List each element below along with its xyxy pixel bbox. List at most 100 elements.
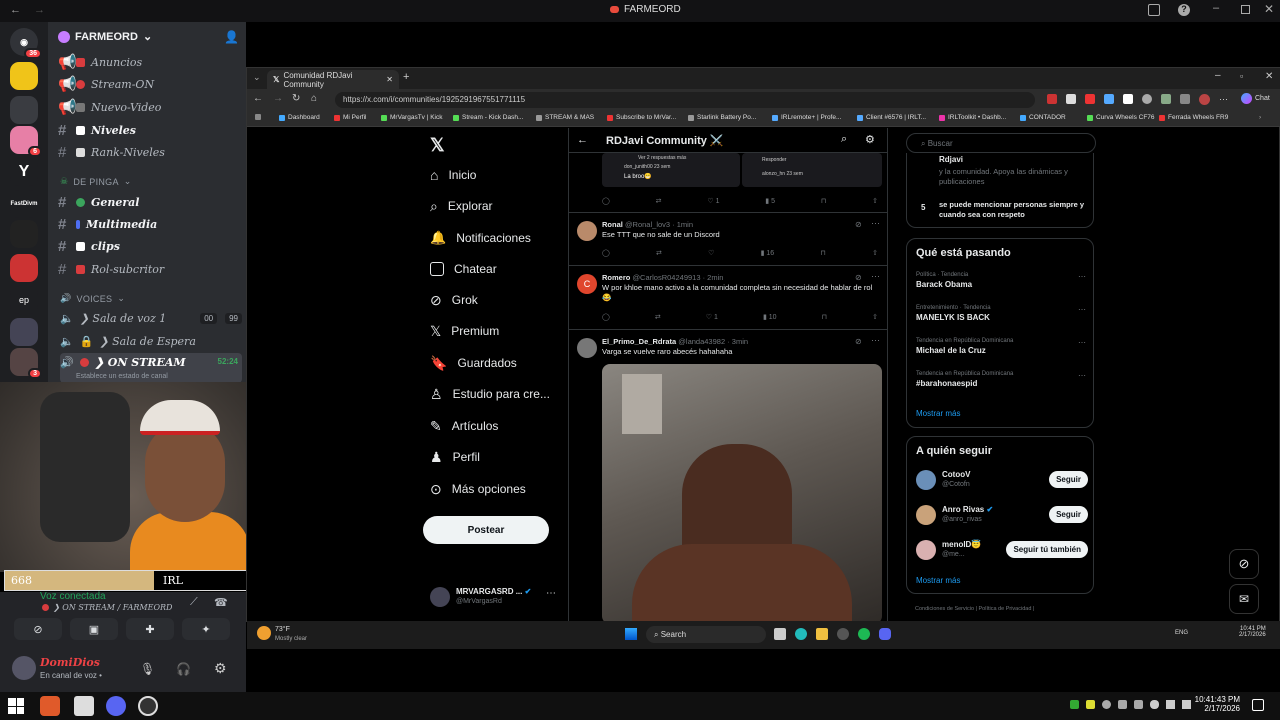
more-dots-icon[interactable]: ⋯ [1078,338,1086,347]
nav-notificaciones[interactable]: 🔔 Notificaciones [430,227,531,249]
server-icon-1[interactable] [10,62,38,90]
minimize-icon[interactable]: – [1215,70,1221,81]
clock[interactable]: 10:41:43 PM 2/17/2026 [1192,695,1240,713]
close-window-icon[interactable]: ✕ [1265,71,1273,82]
views-icon[interactable]: ▮ 16 [761,249,775,257]
windows-start-icon[interactable] [8,698,24,714]
folder-icon[interactable] [816,628,828,640]
channel-nuevo-video[interactable]: 📢 Nuevo-Video [58,97,244,117]
copilot-chat-button[interactable]: Chat [1241,93,1270,104]
restore-icon[interactable]: ▫ [1240,71,1243,81]
settings-gear-icon[interactable]: ⚙ [865,133,875,146]
nav-grok[interactable]: ⊘ Grok [430,289,478,311]
follow-suggestion[interactable]: CotooV @Cotofn Seguir [916,468,1088,494]
volume-icon[interactable] [1182,700,1191,709]
extension-icon[interactable] [1066,94,1076,104]
server-icon-8[interactable]: ep [10,286,38,314]
bookmark-icon[interactable]: ⊓ [820,249,825,257]
reload-icon[interactable]: ↻ [292,93,300,104]
disconnect-icon[interactable]: ☎ [214,596,228,609]
channel-stream-on[interactable]: 📢 Stream-ON [58,74,244,94]
bookmark-item[interactable]: Client #6576 | IRLT... [857,114,926,121]
home-icon[interactable]: ⌂ [311,93,317,104]
channel-niveles[interactable]: # Niveles [58,120,244,140]
voice-channel-on-stream[interactable]: 🔊 ❯ ON STREAM 52:24 Establece un estado de… [60,353,242,383]
trend-item[interactable]: Política · Tendencia Barack Obama ⋯ [916,272,1086,290]
camera-off-button[interactable]: ⊘ [14,618,62,640]
server-icon-2[interactable] [10,96,38,124]
channel-anuncios[interactable]: 📢 Anuncios [58,52,244,72]
trend-item[interactable]: Tendencia en República Dominicana #baraho… [916,371,1086,389]
bookmark-icon[interactable]: ⊓ [821,197,826,205]
extension-icon[interactable] [1142,94,1152,104]
taskview-icon[interactable] [774,628,786,640]
extension-icon[interactable] [1047,94,1057,104]
bookmark-item[interactable]: Ferrada Wheels FR9 [1159,114,1228,121]
brave-icon[interactable] [40,696,60,716]
channel-rol-subcritor[interactable]: # Rol-subcritor [58,259,244,279]
reply-icon[interactable]: ◯ [602,313,610,321]
forward-arrow-icon[interactable]: → [34,4,45,16]
obs-icon[interactable] [837,628,849,640]
server-icon-10[interactable]: 3 [10,348,42,379]
discord-icon[interactable] [879,628,891,640]
tab-list-icon[interactable]: ⌄ [253,72,261,83]
microphone-icon[interactable]: 🎙 [140,662,155,676]
channel-rank-niveles[interactable]: # Rank-Niveles [58,142,244,162]
server-icon-9[interactable] [10,318,38,346]
server-icon-5[interactable]: FastDivm [10,190,38,218]
add-member-icon[interactable]: 👤 [224,30,239,44]
bookmark-icon[interactable]: ⊓ [822,313,827,321]
voice-channel-sala-1[interactable]: 🔈 ❯ Sala de voz 1 00 99 [60,308,242,328]
reply-icon[interactable]: ◯ [602,249,610,257]
like-icon[interactable]: ♡ 1 [707,197,719,205]
messages-float-button[interactable]: ✉ [1229,584,1259,614]
nav-chatear[interactable]: Chatear [430,258,497,280]
channel-general[interactable]: # General [58,192,244,212]
voice-channel-sala-espera[interactable]: 🔈 🔒 ❯ Sala de Espera [60,331,242,351]
nav-premium[interactable]: 𝕏 Premium [430,320,499,342]
close-icon[interactable]: ✕ [1264,2,1274,16]
follow-button[interactable]: Seguir [1049,471,1088,488]
bookmark-item[interactable]: MrVargasTv | Kick [381,114,443,121]
extension-icon[interactable] [1085,94,1095,104]
back-arrow-icon[interactable]: ← [577,134,588,146]
trend-item[interactable]: Entretenimiento · Tendencia MANELYK IS BA… [916,305,1086,323]
tray-icon[interactable] [1086,700,1095,709]
views-icon[interactable]: ▮ 5 [765,197,775,205]
profile-avatar-icon[interactable] [1199,94,1210,105]
bookmark-item[interactable]: Curva Wheels CF76 [1087,114,1155,121]
tray-icon[interactable] [1070,700,1079,709]
x-logo-icon[interactable]: 𝕏 [430,135,445,156]
more-dots-icon[interactable]: ⋯ [1078,371,1086,380]
more-dots-icon[interactable]: ⋯ [871,271,880,282]
settings-gear-icon[interactable]: ⚙ [214,660,227,677]
tray-icon[interactable] [1102,700,1111,709]
tray-icon[interactable] [1134,700,1143,709]
nav-estudio[interactable]: ♙ Estudio para cre... [430,383,550,405]
tweet-item[interactable]: C Romero @CarlosR04249913 · 2min ⊘ ⋯ W p… [569,266,887,330]
server-icon-3[interactable]: 6 [10,126,42,157]
bookmark-item[interactable]: IRLremote+ | Profe... [772,114,841,121]
network-icon[interactable] [1166,700,1175,709]
server-icon-7[interactable] [10,254,38,282]
avatar[interactable] [577,221,597,241]
new-tab-icon[interactable]: + [403,71,409,83]
screen-share-button[interactable]: ▣ [70,618,118,640]
account-switcher[interactable]: MRVARGASRD ... ✔ @MrVargasRd ⋯ [430,587,560,611]
menu-dots-icon[interactable]: ⋯ [1219,94,1228,105]
author-name[interactable]: Ronal [602,220,623,229]
bookmark-item[interactable]: Subscribe to MrVar... [607,114,676,121]
tweet-item[interactable]: El_Primo_De_Rdrata @landa43982 · 3min ⊘ … [569,330,887,623]
category-voices[interactable]: 🔊 VOICES ⌄ [60,293,125,304]
minimize-icon[interactable]: – [1213,2,1219,14]
spotify-icon[interactable] [858,628,870,640]
avatar[interactable] [12,656,36,680]
author-name[interactable]: Romero [602,273,630,282]
footer-links[interactable]: Condiciones de Servicio | Política de Pr… [915,606,1034,612]
views-icon[interactable]: ▮ 10 [763,313,777,321]
server-icon-6[interactable] [10,220,38,248]
author-name[interactable]: El_Primo_De_Rdrata [602,337,676,346]
noise-suppression-icon[interactable]: ⟋ [190,596,198,609]
extension-icon[interactable] [1104,94,1114,104]
